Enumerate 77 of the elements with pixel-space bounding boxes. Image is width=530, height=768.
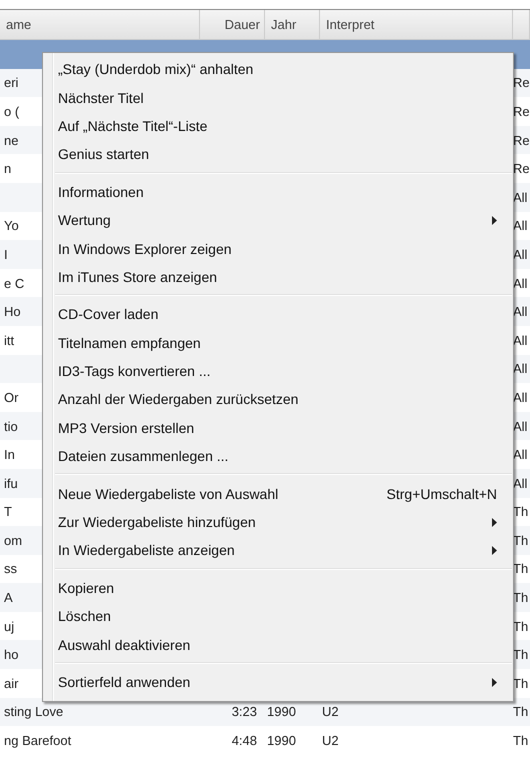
table-cell: Th — [513, 733, 528, 748]
menu-item[interactable]: Zur Wiedergabeliste hinzufügen — [43, 508, 513, 536]
table-cell: All — [513, 246, 528, 262]
table-cell: T — [4, 504, 12, 520]
table-cell: 1990 — [267, 704, 296, 720]
table-cell: All — [513, 332, 528, 348]
table-cell: n — [4, 161, 12, 176]
menu-item[interactable]: Auf „Nächste Titel“-Liste — [43, 112, 513, 140]
menu-item[interactable]: Wertung — [43, 206, 513, 234]
table-cell: Or — [4, 390, 18, 405]
table-cell: Ho — [4, 304, 21, 320]
menu-item[interactable]: Genius starten — [43, 140, 513, 169]
table-cell: Re — [513, 161, 530, 176]
table-cell: om — [4, 532, 22, 548]
table-cell: All — [513, 476, 528, 491]
table-cell: ng Barefoot — [4, 733, 72, 748]
table-cell: All — [513, 418, 528, 434]
menu-item[interactable]: Titelnamen empfangen — [43, 328, 513, 357]
table-cell: U2 — [322, 733, 339, 748]
table-cell: Th — [513, 618, 528, 634]
menu-item[interactable]: Dateien zusammenlegen ... — [43, 442, 513, 470]
table-cell: ne — [4, 132, 18, 148]
column-header[interactable]: Jahr — [265, 10, 320, 39]
menu-item[interactable]: CD-Cover laden — [43, 300, 513, 329]
table-cell: A — [4, 590, 13, 606]
table-cell: Yo — [4, 218, 19, 234]
table-cell: All — [513, 218, 528, 234]
menu-item[interactable]: Im iTunes Store anzeigen — [43, 262, 513, 292]
menu-item[interactable]: Auswahl deaktivieren — [43, 630, 513, 659]
table-cell: ss — [4, 561, 17, 576]
table-cell: Th — [513, 504, 528, 520]
menu-item[interactable]: Löschen — [43, 602, 513, 630]
table-cell: All — [513, 190, 528, 205]
column-header[interactable]: ame — [0, 10, 200, 39]
table-cell: In — [4, 447, 15, 462]
table-cell: Re — [513, 75, 530, 90]
menu-item[interactable]: „Stay (Underdob mix)“ anhalten — [43, 55, 513, 84]
table-cell: ifu — [4, 476, 18, 491]
table-cell: Th — [513, 561, 528, 576]
table-cell: eri — [4, 75, 18, 90]
table-cell: itt — [4, 332, 14, 348]
table-cell: Re — [513, 104, 530, 119]
table-cell: tio — [4, 418, 18, 434]
table-cell: e C — [4, 276, 24, 291]
table-cell: I — [4, 246, 8, 262]
table-cell: 4:48 — [232, 733, 257, 748]
column-header[interactable]: Dauer — [200, 10, 265, 39]
table-cell: o ( — [4, 104, 20, 119]
table-cell: Th — [513, 647, 528, 662]
table-cell: U2 — [322, 704, 339, 720]
menu-item[interactable]: Neue Wiedergabeliste von Auswahl Strg+Umschalt+N — [43, 479, 513, 508]
menu-item[interactable]: Sortierfeld anwenden — [43, 668, 513, 696]
table-cell: air — [4, 676, 18, 691]
table-cell: uj — [4, 618, 14, 634]
menu-item[interactable]: Informationen — [43, 178, 513, 206]
table-cell: Th — [513, 676, 528, 691]
table-cell: ho — [4, 647, 18, 662]
table-cell: Th — [513, 704, 528, 720]
table-cell: 3:23 — [232, 704, 257, 720]
table-cell: 1990 — [267, 733, 296, 748]
table-cell: sting Love — [4, 704, 64, 720]
table-cell: All — [513, 447, 528, 462]
menu-item[interactable]: Nächster Titel — [43, 83, 513, 112]
table-cell: All — [513, 390, 528, 405]
table-cell: Th — [513, 532, 528, 548]
menu-item[interactable]: In Windows Explorer zeigen — [43, 234, 513, 263]
table-cell: Re — [513, 132, 530, 148]
table-cell: All — [513, 304, 528, 320]
table-cell: Th — [513, 590, 528, 606]
menu-item[interactable]: MP3 Version erstellen — [43, 414, 513, 442]
table-cell: All — [513, 276, 528, 291]
column-header[interactable]: Interpret — [320, 10, 513, 39]
menu-item[interactable]: ID3-Tags konvertieren ... — [43, 356, 513, 386]
menu-item[interactable]: In Wiedergabeliste anzeigen — [43, 536, 513, 565]
table-cell: All — [513, 361, 528, 376]
menu-item[interactable]: Kopieren — [43, 574, 513, 602]
menu-item[interactable]: Anzahl der Wiedergaben zurücksetzen — [43, 385, 513, 414]
